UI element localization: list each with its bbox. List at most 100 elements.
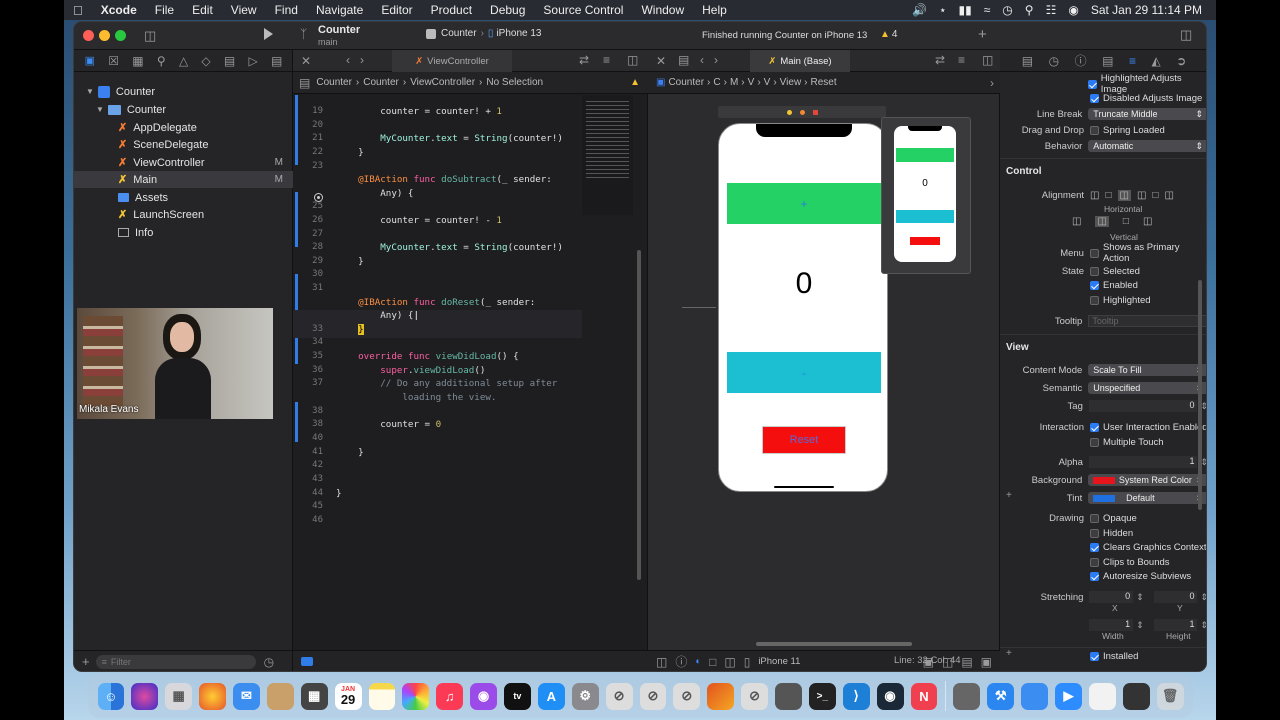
jump-item[interactable]: Reset	[811, 77, 837, 88]
launchpad-icon[interactable]: ▦	[165, 682, 193, 710]
jump-item[interactable]: M	[730, 77, 738, 88]
align-left-icon[interactable]: ◫	[1090, 190, 1099, 201]
code-line[interactable]: super.viewDidLoad()	[336, 365, 485, 376]
embed-icon[interactable]: ▣	[981, 655, 992, 669]
menu-source-control[interactable]: Source Control	[534, 3, 632, 17]
menu-xcode[interactable]: Xcode	[92, 3, 146, 17]
enabled-checkbox[interactable]	[1090, 280, 1099, 290]
minimize-window-button[interactable]	[99, 30, 110, 41]
back-icon[interactable]: ‹	[346, 53, 350, 67]
jump-item[interactable]: Counter	[363, 77, 399, 88]
align-right-icon[interactable]: ◫	[1137, 190, 1146, 201]
refresh-icon[interactable]: ⇄	[935, 53, 945, 67]
opaque-checkbox[interactable]	[1090, 513, 1099, 523]
split-editor-icon[interactable]: ◫	[627, 53, 638, 67]
battery-icon[interactable]: ▮▮	[952, 3, 977, 17]
nav-item-group[interactable]: ▼ Counter	[74, 101, 293, 118]
menu-product[interactable]: Product	[422, 3, 481, 17]
report-icon[interactable]: ▤	[271, 54, 282, 68]
disclosure-icon[interactable]: ▼	[86, 87, 94, 96]
blocked-app-icon[interactable]: ⊘	[639, 682, 667, 710]
plus-button[interactable]: +	[727, 183, 881, 224]
align-bottom-icon[interactable]: □	[1123, 216, 1129, 227]
behavior-select[interactable]: Automatic ⇕	[1088, 140, 1206, 152]
nav-item-project[interactable]: ▼ Counter	[74, 83, 293, 100]
add-file-icon[interactable]: +	[82, 654, 90, 669]
nav-item-info[interactable]: Info	[74, 224, 293, 241]
time-machine-icon[interactable]: ◷	[996, 3, 1018, 17]
refresh-icon[interactable]: ⇄	[579, 53, 589, 67]
close-window-button[interactable]	[83, 30, 94, 41]
stepper-icon[interactable]: ⇕	[1200, 620, 1206, 631]
menu-window[interactable]: Window	[632, 3, 693, 17]
printer-icon[interactable]	[953, 682, 981, 710]
clears-graphics-checkbox[interactable]	[1090, 542, 1099, 552]
run-button[interactable]	[264, 28, 273, 40]
siri-icon[interactable]	[131, 682, 159, 710]
blocked-app-icon[interactable]: ⊘	[673, 682, 701, 710]
warnings-indicator[interactable]: ▲ 4	[880, 29, 897, 40]
preview-thumbnail[interactable]: 0	[881, 117, 971, 274]
code-line[interactable]: Any) {|	[336, 310, 419, 321]
code-line[interactable]: Any) {	[336, 188, 413, 199]
jump-item[interactable]: C	[713, 77, 720, 88]
code-line[interactable]: // Do any additional setup after	[336, 378, 557, 389]
related-items-icon[interactable]: ▤	[299, 76, 310, 90]
menu-file[interactable]: File	[146, 3, 183, 17]
code-line[interactable]: }	[336, 447, 364, 458]
menu-view[interactable]: View	[222, 3, 266, 17]
installed-checkbox[interactable]	[1090, 651, 1099, 661]
nav-item-assets[interactable]: Assets	[74, 189, 293, 206]
forward-icon[interactable]: ›	[360, 53, 364, 67]
code-line[interactable]: MyCounter.text = String(counter!)	[336, 133, 563, 144]
search-icon[interactable]: ⚲	[157, 54, 166, 68]
exit-icon[interactable]	[812, 109, 818, 115]
attributes-icon[interactable]: ≡	[1129, 54, 1136, 68]
appearance-icon[interactable]: ◐	[695, 656, 701, 667]
orientation-icon[interactable]: □	[709, 655, 716, 669]
file-inspector-icon[interactable]: ▤	[1022, 54, 1033, 68]
test-icon[interactable]: ◇	[201, 54, 210, 68]
stepper-icon[interactable]: ⇕	[1136, 592, 1144, 603]
blocked-app-icon[interactable]: ⊘	[741, 682, 768, 710]
identity-icon[interactable]: ▤	[1102, 54, 1113, 68]
nav-item-scenedelegate[interactable]: ✗ SceneDelegate	[74, 136, 293, 153]
align-vfill-icon[interactable]: ◫	[1143, 216, 1152, 227]
device-config[interactable]: iPhone 11	[758, 656, 800, 667]
tab-viewcontroller[interactable]: ✗ ViewController	[392, 50, 512, 72]
connections-icon[interactable]: ➲	[1176, 54, 1186, 68]
nav-item-viewcontroller[interactable]: ✗ ViewController M	[74, 154, 293, 171]
back-icon[interactable]: ‹	[700, 53, 704, 67]
add-icon[interactable]: +	[978, 26, 987, 43]
code-line[interactable]: MyCounter.text = String(counter!)	[336, 242, 563, 253]
wifi-icon[interactable]: ≈	[978, 3, 997, 17]
preview-icon[interactable]	[1088, 682, 1116, 710]
symbol-icon[interactable]: ▦	[132, 54, 143, 68]
stretch-x-input[interactable]: 0	[1089, 591, 1134, 603]
jump-item[interactable]: V	[748, 77, 755, 88]
history-icon[interactable]: ◷	[1049, 54, 1059, 68]
tv-icon[interactable]: tv	[504, 682, 531, 710]
mac-icon[interactable]	[775, 682, 802, 710]
code-line[interactable]: counter = counter! - 1	[336, 215, 502, 226]
spring-loaded-checkbox[interactable]	[1090, 125, 1099, 135]
minus-button[interactable]: -	[727, 352, 881, 393]
multiple-touch-checkbox[interactable]	[1090, 437, 1099, 447]
debug-icon[interactable]: ▤	[224, 54, 235, 68]
add-installed-variation-icon[interactable]: +	[1006, 648, 1012, 659]
reset-button[interactable]: Reset	[762, 426, 846, 454]
recent-files-icon[interactable]: ◷	[264, 655, 274, 669]
tint-color-select[interactable]: Default⇕	[1088, 492, 1206, 504]
code-line[interactable]: override func viewDidLoad() {	[336, 351, 519, 362]
line-break-select[interactable]: Truncate Middle ⇕	[1088, 108, 1206, 120]
semantic-select[interactable]: Unspecified⇕	[1088, 382, 1206, 394]
breakpoint-icon[interactable]: ▷	[249, 54, 258, 68]
nav-item-main[interactable]: ✗ Main M	[74, 171, 293, 188]
stretch-y-input[interactable]: 0	[1153, 591, 1198, 603]
close-tab-icon[interactable]: ✕	[656, 54, 666, 68]
quick-help-icon[interactable]: ⓘ	[1075, 52, 1087, 69]
menu-navigate[interactable]: Navigate	[307, 3, 372, 17]
zoom-icon[interactable]: ▶	[1055, 682, 1082, 710]
firefox-icon[interactable]	[199, 682, 226, 710]
code-line[interactable]: }	[336, 488, 342, 499]
